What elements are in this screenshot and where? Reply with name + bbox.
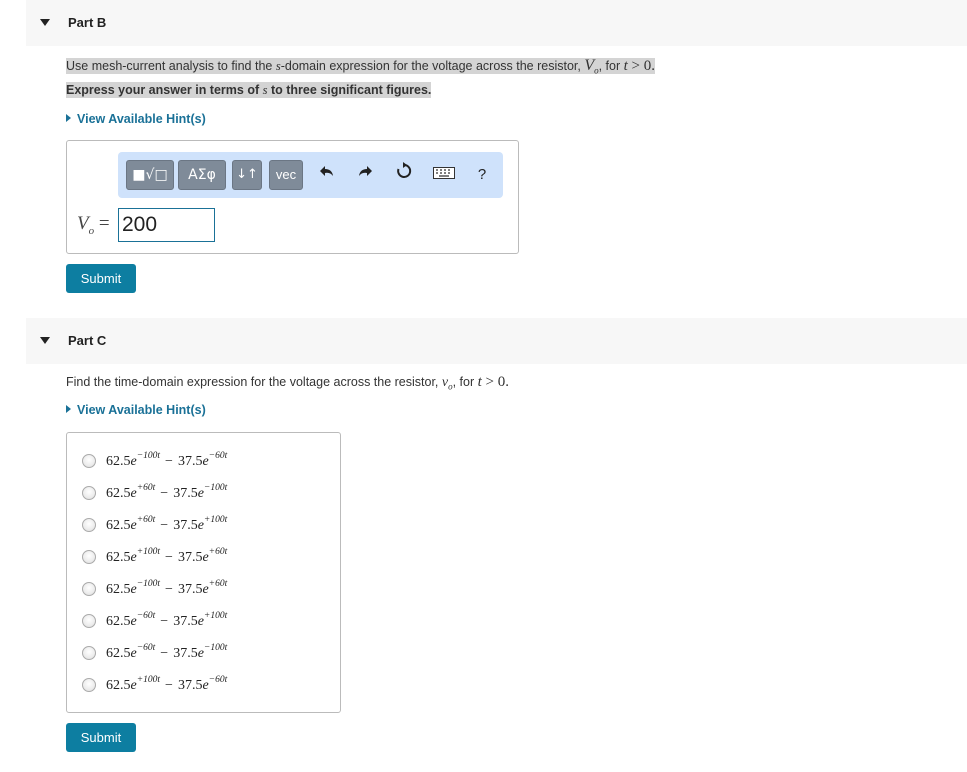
answer-choices: 62.5e−100t −37.5e−60t 62.5e+60t −37.5e−100… <box>66 432 341 713</box>
collapse-caret-icon[interactable] <box>40 19 50 26</box>
part-c-hint-link[interactable]: View Available Hint(s) <box>66 403 206 417</box>
part-c-header[interactable]: Part C <box>26 318 967 364</box>
part-b-title: Part B <box>68 15 107 30</box>
radio-button[interactable] <box>82 454 96 468</box>
arrows-icon: ↓↑ <box>236 167 258 182</box>
radio-button[interactable] <box>82 582 96 596</box>
answer-label: Vo = <box>77 213 110 237</box>
arrows-button[interactable]: ↓↑ <box>232 160 262 190</box>
part-c-title: Part C <box>68 333 107 348</box>
part-b-question: Use mesh-current analysis to find the s-… <box>66 57 656 76</box>
help-button[interactable]: ? <box>471 162 493 188</box>
radio-button[interactable] <box>82 678 96 692</box>
greek-symbols-button[interactable]: ΑΣφ <box>178 160 226 190</box>
radio-button[interactable] <box>82 518 96 532</box>
vec-button[interactable]: vec <box>269 160 303 190</box>
expand-triangle-icon <box>66 114 71 122</box>
radio-button[interactable] <box>82 486 96 500</box>
radio-button[interactable] <box>82 614 96 628</box>
redo-icon[interactable] <box>354 162 376 188</box>
reset-icon[interactable] <box>393 162 415 188</box>
expand-triangle-icon <box>66 405 71 413</box>
part-b-answer-box: ■√□ ΑΣφ ↓↑ vec ? Vo = 200 <box>66 140 519 254</box>
part-b-submit-button[interactable]: Submit <box>66 264 136 293</box>
part-c-submit-button[interactable]: Submit <box>66 723 136 752</box>
radio-button[interactable] <box>82 550 96 564</box>
answer-input[interactable]: 200 <box>118 208 215 242</box>
keyboard-icon[interactable] <box>431 162 457 188</box>
templates-button[interactable]: ■√□ <box>126 160 174 190</box>
templates-icon: ■√□ <box>132 167 168 183</box>
math-toolbar: ■√□ ΑΣφ ↓↑ vec ? <box>118 152 503 198</box>
part-b-header[interactable]: Part B <box>26 0 967 46</box>
part-c-question: Find the time-domain expression for the … <box>66 374 509 392</box>
part-b-instruction: Express your answer in terms of s to thr… <box>66 82 432 98</box>
part-b-hint-link[interactable]: View Available Hint(s) <box>66 112 206 126</box>
collapse-caret-icon[interactable] <box>40 337 50 344</box>
undo-icon[interactable] <box>316 162 338 188</box>
radio-button[interactable] <box>82 646 96 660</box>
